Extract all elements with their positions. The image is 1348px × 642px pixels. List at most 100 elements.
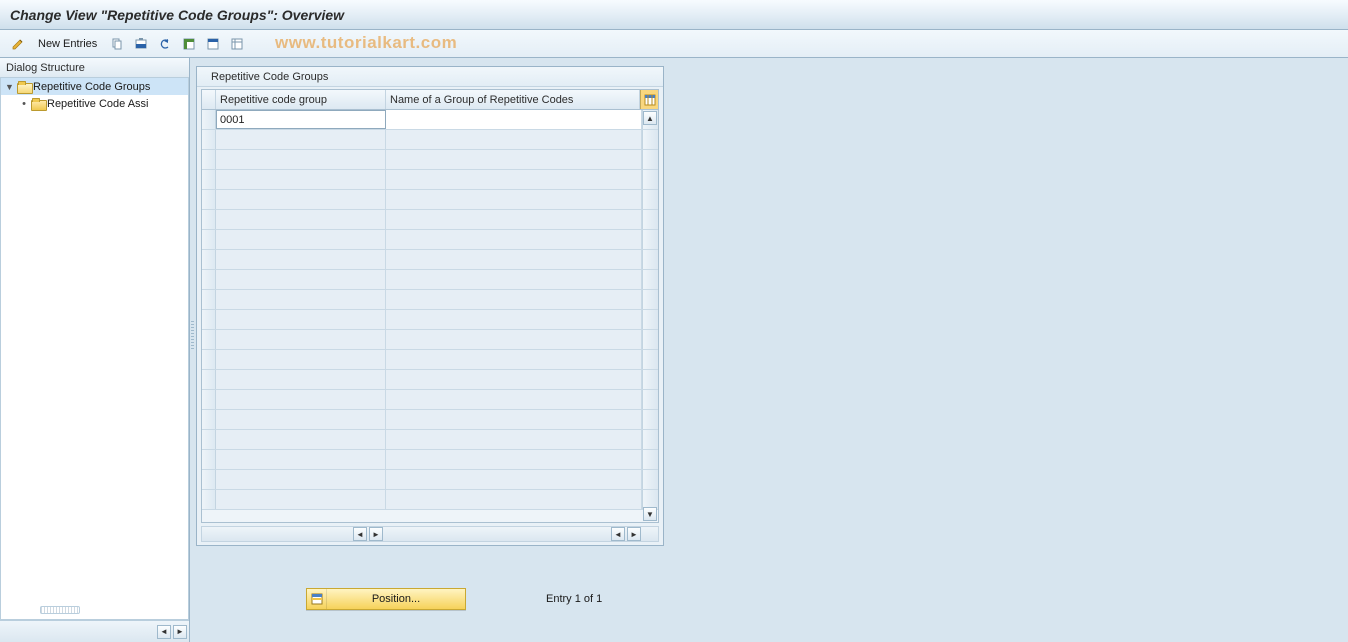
row-selector[interactable] — [202, 450, 216, 469]
table-panel: Repetitive Code Groups Repetitive code g… — [196, 66, 664, 546]
cell-name[interactable] — [386, 330, 642, 349]
row-selector[interactable] — [202, 110, 216, 129]
table-row — [202, 310, 658, 330]
cell-code[interactable] — [216, 170, 386, 189]
cell-code[interactable]: 0001 — [216, 110, 386, 129]
cell-name[interactable] — [386, 270, 642, 289]
select-all-icon[interactable] — [179, 34, 199, 54]
cell-name[interactable] — [386, 490, 642, 509]
cell-code[interactable] — [216, 430, 386, 449]
row-selector[interactable] — [202, 290, 216, 309]
table-row — [202, 250, 658, 270]
row-selector[interactable] — [202, 270, 216, 289]
cell-code[interactable] — [216, 130, 386, 149]
cell-code[interactable] — [216, 210, 386, 229]
application-toolbar: New Entries www.tutorialkart.com — [0, 30, 1348, 58]
scroll-right-icon[interactable]: ► — [173, 625, 187, 639]
cell-name[interactable] — [386, 290, 642, 309]
table-row — [202, 290, 658, 310]
tree-node-repetitive-code-groups[interactable]: ▼ Repetitive Code Groups — [1, 78, 188, 95]
row-selector[interactable] — [202, 430, 216, 449]
cell-name[interactable] — [386, 250, 642, 269]
row-selector[interactable] — [202, 210, 216, 229]
deselect-all-icon[interactable] — [227, 34, 247, 54]
cell-name[interactable] — [386, 350, 642, 369]
tree-label: Repetitive Code Groups — [33, 81, 150, 93]
undo-icon[interactable] — [155, 34, 175, 54]
cell-code[interactable] — [216, 270, 386, 289]
sidebar-header: Dialog Structure — [0, 58, 189, 78]
cell-name[interactable] — [386, 470, 642, 489]
grid-scroll-down-icon[interactable]: ▼ — [643, 507, 657, 521]
row-selector[interactable] — [202, 150, 216, 169]
grid-scroll-up-icon[interactable]: ▲ — [643, 111, 657, 125]
cell-code[interactable] — [216, 390, 386, 409]
cell-name[interactable] — [386, 310, 642, 329]
cell-name[interactable] — [386, 190, 642, 209]
cell-name[interactable] — [386, 230, 642, 249]
cell-name[interactable] — [386, 170, 642, 189]
column-header-code[interactable]: Repetitive code group — [216, 90, 386, 109]
cell-name[interactable] — [386, 430, 642, 449]
cell-code[interactable] — [216, 290, 386, 309]
table-row — [202, 330, 658, 350]
cell-name[interactable] — [386, 210, 642, 229]
column-header-name[interactable]: Name of a Group of Repetitive Codes — [386, 90, 640, 109]
cell-name[interactable] — [386, 110, 642, 129]
sidebar-resize-handle[interactable] — [40, 606, 80, 614]
cell-name[interactable] — [386, 450, 642, 469]
row-selector[interactable] — [202, 190, 216, 209]
select-block-icon[interactable] — [203, 34, 223, 54]
cell-code[interactable] — [216, 150, 386, 169]
cell-name[interactable] — [386, 390, 642, 409]
cell-code[interactable] — [216, 230, 386, 249]
cell-name[interactable] — [386, 370, 642, 389]
row-selector[interactable] — [202, 250, 216, 269]
new-entries-button[interactable]: New Entries — [32, 34, 103, 54]
cell-code[interactable] — [216, 190, 386, 209]
row-selector[interactable] — [202, 170, 216, 189]
tree-expander-icon[interactable]: ▼ — [5, 82, 15, 92]
grid-scroll-right-end-icon[interactable]: ► — [627, 527, 641, 541]
main-content: Repetitive Code Groups Repetitive code g… — [196, 58, 1348, 642]
cell-code[interactable] — [216, 450, 386, 469]
cell-name[interactable] — [386, 410, 642, 429]
row-selector[interactable] — [202, 370, 216, 389]
cell-name[interactable] — [386, 130, 642, 149]
grid-vscrollbar[interactable]: ▲▼ — [642, 110, 658, 522]
row-selector[interactable] — [202, 130, 216, 149]
cell-code[interactable] — [216, 350, 386, 369]
cell-code[interactable] — [216, 250, 386, 269]
grid-scroll-right-icon[interactable]: ► — [369, 527, 383, 541]
cell-code[interactable] — [216, 470, 386, 489]
entry-status: Entry 1 of 1 — [546, 593, 602, 605]
row-selector[interactable] — [202, 390, 216, 409]
cell-code[interactable] — [216, 330, 386, 349]
position-button[interactable]: Position... — [306, 588, 466, 610]
grid-scroll-left-icon[interactable]: ◄ — [353, 527, 367, 541]
sidebar-hscroll: ◄ ► — [0, 620, 189, 642]
grid-rowselector-header[interactable] — [202, 90, 216, 109]
table-row — [202, 170, 658, 190]
cell-code[interactable] — [216, 310, 386, 329]
cell-code[interactable] — [216, 490, 386, 509]
row-selector[interactable] — [202, 410, 216, 429]
table-settings-icon[interactable] — [640, 90, 658, 109]
row-selector[interactable] — [202, 490, 216, 509]
table-row — [202, 190, 658, 210]
row-selector[interactable] — [202, 330, 216, 349]
row-selector[interactable] — [202, 350, 216, 369]
scroll-left-icon[interactable]: ◄ — [157, 625, 171, 639]
grid-scroll-left-end-icon[interactable]: ◄ — [611, 527, 625, 541]
cell-code[interactable] — [216, 370, 386, 389]
copy-icon[interactable] — [107, 34, 127, 54]
tree-bullet-icon: • — [19, 98, 29, 110]
tree-node-repetitive-code-assignment[interactable]: • Repetitive Code Assi — [1, 95, 188, 112]
row-selector[interactable] — [202, 470, 216, 489]
row-selector[interactable] — [202, 230, 216, 249]
delete-icon[interactable] — [131, 34, 151, 54]
row-selector[interactable] — [202, 310, 216, 329]
toggle-change-icon[interactable] — [8, 34, 28, 54]
cell-name[interactable] — [386, 150, 642, 169]
cell-code[interactable] — [216, 410, 386, 429]
